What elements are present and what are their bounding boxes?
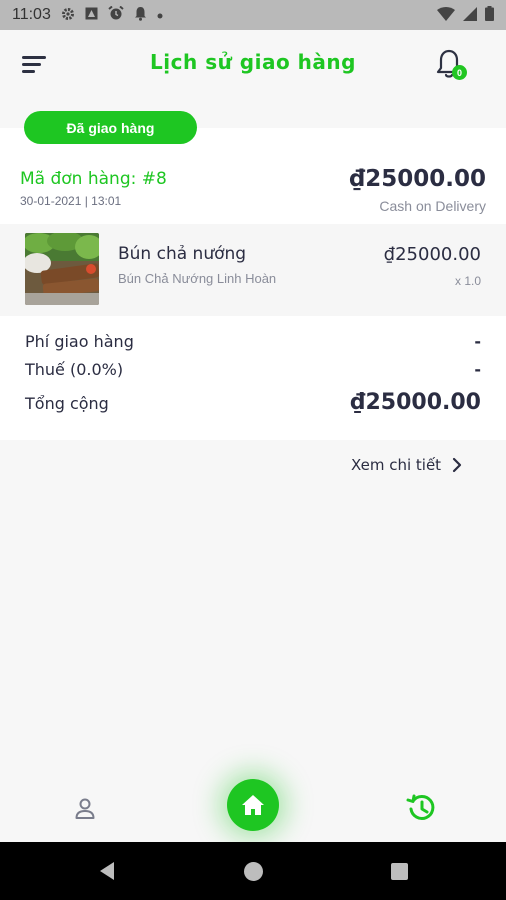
payment-method: Cash on Delivery [379,198,486,214]
total-value: ₫25000.00 [350,390,481,415]
nav-history-button[interactable] [406,792,438,824]
tax-value: - [474,360,481,379]
nav-home-button[interactable] [227,779,279,831]
system-recents-button[interactable] [391,863,408,880]
delivery-fee-label: Phí giao hàng [25,332,134,351]
wifi-icon [437,6,455,24]
battery-icon [485,6,494,24]
total-label: Tổng cộng [25,394,109,413]
person-icon [75,798,95,819]
total-row: Tổng cộng ₫25000.00 [25,390,481,415]
notifications-button[interactable]: 0 [436,48,470,84]
status-time: 11:03 [12,6,51,23]
bottom-nav [0,770,506,842]
alarm-icon [108,5,124,24]
tax-row: Thuế (0.0%) - [25,360,481,379]
history-icon [406,794,435,820]
item-price: ₫25000.00 [383,244,481,265]
order-item: Bún chả nướng Bún Chả Nướng Linh Hoàn ₫2… [0,224,506,316]
order-total: ₫25000.00 [349,166,486,192]
settings-icon [61,7,75,24]
item-name: Bún chả nướng [118,244,247,264]
tax-label: Thuế (0.0%) [25,360,124,379]
system-navigation-bar [0,842,506,900]
app-header: Lịch sử giao hàng 0 [0,30,506,100]
system-home-button[interactable] [244,862,263,881]
dot-icon [157,8,163,22]
food-image [25,233,99,305]
back-triangle-icon [100,862,114,880]
item-shop: Bún Chả Nướng Linh Hoàn [118,271,277,286]
notification-icon [134,6,147,24]
status-bar: 11:03 [0,0,506,30]
storage-icon [85,7,98,23]
item-quantity: x 1.0 [454,274,481,288]
page-title: Lịch sử giao hàng [150,50,356,74]
order-date: 30-01-2021 | 13:01 [20,194,122,208]
view-details-label: Xem chi tiết [351,456,442,474]
home-icon [242,795,264,815]
notification-badge: 0 [452,65,467,80]
signal-icon [463,6,477,24]
system-back-button[interactable] [96,860,118,882]
chevron-right-icon [452,457,462,473]
view-details-link[interactable]: Xem chi tiết [351,456,463,474]
order-id: Mã đơn hàng: #8 [20,169,167,189]
order-card[interactable]: Mã đơn hàng: #8 30-01-2021 | 13:01 ₫2500… [0,128,506,440]
delivery-fee-value: - [474,332,481,351]
order-status-badge: Đã giao hàng [24,111,197,144]
nav-profile-button[interactable] [72,796,98,822]
delivery-fee-row: Phí giao hàng - [25,332,481,351]
